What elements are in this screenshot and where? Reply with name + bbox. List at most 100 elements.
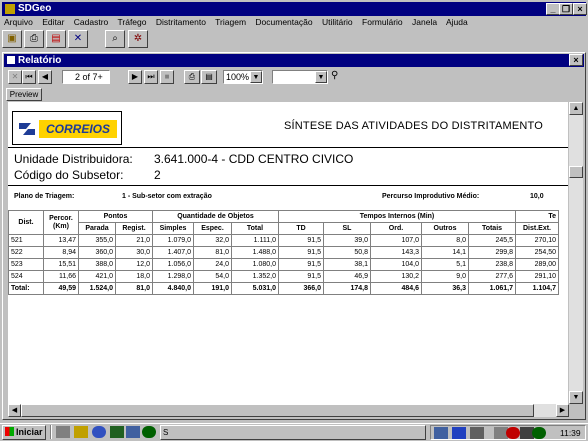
cell-espec: 32,0 <box>193 234 232 247</box>
cancel-icon[interactable]: ✕ <box>8 70 22 84</box>
quicklaunch-separator <box>50 425 52 439</box>
zoom-value: 100% <box>226 72 250 82</box>
etc-icon[interactable] <box>142 426 156 438</box>
tray-clock: 11:39 <box>560 428 581 438</box>
col-espec: Espec. <box>193 222 232 235</box>
table-group-header: Dist. Percor. (Km) Pontos Quantidade de O… <box>8 210 559 235</box>
menu-janela[interactable]: Janela <box>412 17 437 27</box>
internet-explorer-icon[interactable] <box>92 426 106 438</box>
search-combo[interactable]: ▼ <box>272 70 328 84</box>
menu-arquivo[interactable]: Arquivo <box>4 17 33 27</box>
report-window-icon <box>7 56 15 64</box>
cell-total: 1.488,0 <box>231 246 279 259</box>
last-page-icon[interactable]: ⏭ <box>144 70 158 84</box>
tray-etc-icon[interactable] <box>532 427 546 439</box>
cell-distext: 270,10 <box>515 234 559 247</box>
tray-app-icon-3[interactable] <box>470 427 484 439</box>
cell-espec: 54,0 <box>193 270 232 283</box>
scroll-up-icon[interactable]: ▲ <box>569 102 583 115</box>
scroll-left-icon[interactable]: ◀ <box>8 404 21 417</box>
subsetor-label: Código do Subsetor: <box>14 168 124 182</box>
next-page-icon[interactable]: ▶ <box>128 70 142 84</box>
report-close-button[interactable]: × <box>569 54 583 66</box>
outlook-icon[interactable] <box>110 426 124 438</box>
binoculars-icon[interactable]: ⚲ <box>331 70 338 81</box>
windows-logo-icon <box>5 427 14 436</box>
prev-page-icon[interactable]: ◀ <box>38 70 52 84</box>
group-tempos: Tempos Internos (Min) <box>278 210 516 223</box>
cell-totais: 245,5 <box>468 234 516 247</box>
menu-editar[interactable]: Editar <box>42 17 64 27</box>
tray-app-icon-1[interactable] <box>434 427 448 439</box>
menu-cadastro[interactable]: Cadastro <box>74 17 109 27</box>
search-dropdown-icon[interactable]: ▼ <box>315 71 327 83</box>
zoom-icon[interactable]: ⌕ <box>105 30 125 48</box>
zoom-select[interactable]: 100% ▼ <box>223 70 263 84</box>
menu-formulario[interactable]: Formulário <box>362 17 403 27</box>
cell-outros: 5,1 <box>421 258 469 271</box>
report-window-title: Relatório <box>18 55 62 66</box>
cell-sl: 46,9 <box>323 270 371 283</box>
tray-antivirus-icon[interactable] <box>506 427 520 439</box>
vertical-scroll-thumb[interactable] <box>569 166 583 178</box>
cell-parada: 360,0 <box>78 246 116 259</box>
col-km-label: (Km) <box>53 222 69 230</box>
explorer-icon[interactable] <box>74 426 88 438</box>
folder-icon[interactable]: ▣ <box>2 30 22 48</box>
start-button[interactable]: Iniciar <box>2 425 46 440</box>
cell-ord: 484,6 <box>370 282 422 295</box>
zoom-dropdown-icon[interactable]: ▼ <box>250 71 262 83</box>
restore-button[interactable]: ❐ <box>559 3 573 15</box>
close-button[interactable]: × <box>573 3 587 15</box>
cell-percor: 8,94 <box>43 246 79 259</box>
page-total: of 7+ <box>82 72 103 82</box>
editor-icon[interactable] <box>126 426 140 438</box>
print-icon[interactable]: ⎙ <box>24 30 44 48</box>
scroll-down-icon[interactable]: ▼ <box>569 391 583 404</box>
cell-distext: 254,50 <box>515 246 559 259</box>
minimize-button[interactable]: _ <box>546 3 560 15</box>
cell-totais: 299,8 <box>468 246 516 259</box>
menu-distritamento[interactable]: Distritamento <box>156 17 206 27</box>
tray-app-icon-2[interactable] <box>452 427 466 439</box>
table-row: 523 15,51 388,0 12,0 1.056,0 24,0 1.080,… <box>8 258 559 271</box>
report-print-icon[interactable]: ⎙ <box>184 70 200 84</box>
cell-dist: 522 <box>8 246 44 259</box>
menu-triagem[interactable]: Triagem <box>215 17 246 27</box>
menu-utilitario[interactable]: Utilitário <box>322 17 353 27</box>
cell-espec: 24,0 <box>193 258 232 271</box>
correios-logo-mark-icon <box>17 119 37 139</box>
cell-simples: 1.407,0 <box>152 246 194 259</box>
cell-td: 91,5 <box>278 258 324 271</box>
table-column-header: Parada Regist. Simples Espec. Total TD S… <box>9 222 559 235</box>
cell-simples: 4.840,0 <box>152 282 194 295</box>
layout-icon[interactable]: ▤ <box>46 30 66 48</box>
first-page-icon[interactable]: ⏮ <box>22 70 36 84</box>
col-regist: Regist. <box>115 222 153 235</box>
cell-parada: 388,0 <box>78 258 116 271</box>
tool-icon[interactable]: ✕ <box>68 30 88 48</box>
menu-ajuda[interactable]: Ajuda <box>446 17 468 27</box>
menu-documentacao[interactable]: Documentação <box>255 17 312 27</box>
menu-trafego[interactable]: Tráfego <box>118 17 147 27</box>
subsetor-rule <box>8 185 568 186</box>
grid-icon[interactable]: ✲ <box>128 30 148 48</box>
table-row: 521 13,47 355,0 21,0 1.079,0 32,0 1.111,… <box>8 234 559 247</box>
desktop-icon[interactable] <box>56 426 70 438</box>
cell-espec: 81,0 <box>193 246 232 259</box>
horizontal-scroll-thumb[interactable] <box>21 404 534 417</box>
scroll-right-icon[interactable]: ▶ <box>556 404 569 417</box>
vertical-scrollbar[interactable] <box>569 102 583 404</box>
export-icon[interactable]: ▤ <box>201 70 217 84</box>
report-heading: SÍNTESE DAS ATIVIDADES DO DISTRITAMENTO <box>284 120 544 132</box>
cell-distext: 1.104,7 <box>515 282 559 295</box>
page-number-field[interactable]: 2 of 7+ <box>62 70 110 84</box>
cell-dist: 521 <box>8 234 44 247</box>
taskbar-task-label: S <box>163 428 169 437</box>
unidade-value: 3.641.000-4 - CDD CENTRO CIVICO <box>154 152 354 166</box>
cell-regist: 81,0 <box>115 282 153 295</box>
taskbar-task-button[interactable]: S <box>160 425 426 440</box>
table-row: 524 11,66 421,0 18,0 1.298,0 54,0 1.352,… <box>8 270 559 283</box>
tab-preview[interactable]: Preview <box>6 88 42 101</box>
stop-icon[interactable]: ■ <box>160 70 174 84</box>
